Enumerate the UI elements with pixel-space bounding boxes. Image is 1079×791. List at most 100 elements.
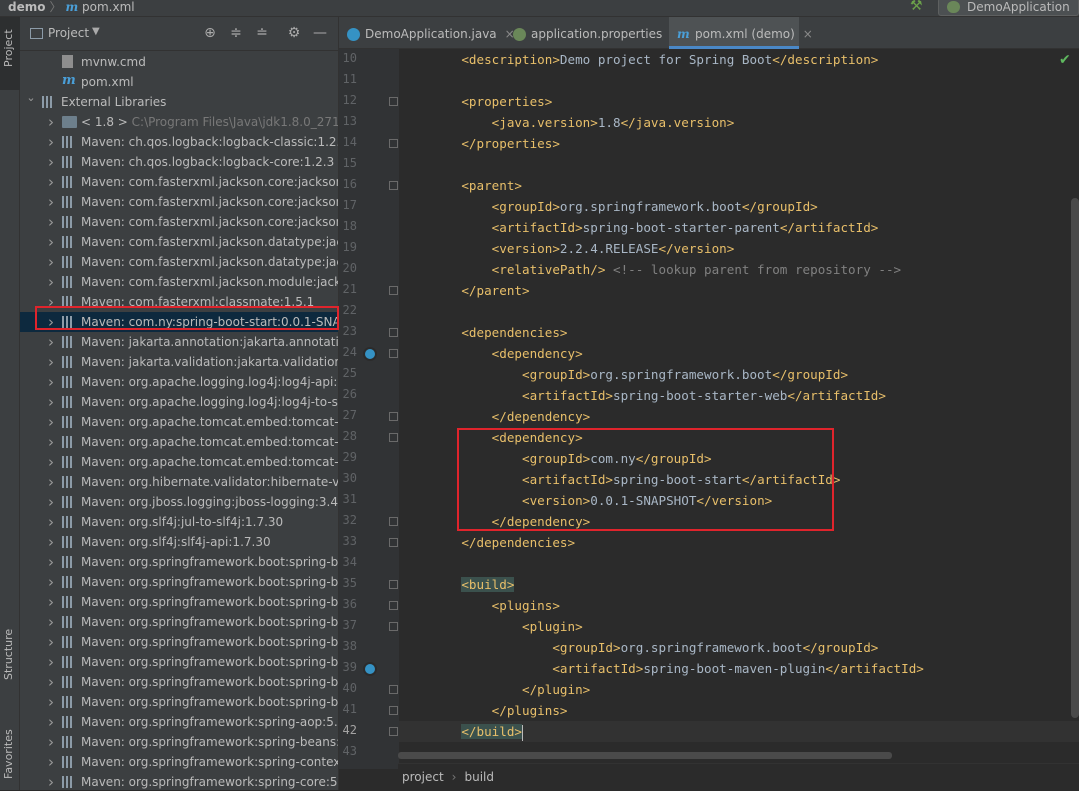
dropdown-arrow-icon[interactable]: ▼ (92, 26, 100, 37)
tree-item[interactable]: › Maven: org.springframework:spring-aop:5… (20, 712, 338, 732)
tree-item[interactable]: › Maven: com.fasterxml.jackson.core:jacks… (20, 172, 338, 192)
tree-item[interactable]: › Maven: org.springframework.boot:spring-… (20, 692, 338, 712)
tree-item[interactable]: › Maven: com.fasterxml.jackson.core:jacks… (20, 192, 338, 212)
code-line[interactable]: </properties> (431, 133, 560, 154)
locate-file-icon[interactable]: ⊕ (202, 25, 218, 41)
expand-all-icon[interactable]: ≑ (228, 25, 244, 41)
tree-item[interactable]: › Maven: org.springframework.boot:spring-… (20, 612, 338, 632)
tree-item[interactable]: › Maven: jakarta.validation:jakarta.valid… (20, 352, 338, 372)
tree-item[interactable]: › Maven: org.apache.tomcat.embed:tomcat-e… (20, 432, 338, 452)
code-line[interactable]: <groupId>org.springframework.boot</group… (431, 637, 878, 658)
code-line[interactable]: </dependency> (431, 406, 591, 427)
chevron-right-icon[interactable]: › (46, 252, 56, 272)
chevron-right-icon[interactable]: › (46, 612, 56, 632)
code-line[interactable]: </build> (431, 721, 524, 742)
tree-item[interactable]: › Maven: org.hibernate.validator:hibernat… (20, 472, 338, 492)
code-line[interactable]: <description>Demo project for Spring Boo… (431, 49, 878, 70)
chevron-down-icon[interactable]: ⌄ (26, 92, 36, 108)
breadcrumb-build[interactable]: build (464, 770, 494, 784)
breadcrumb-project[interactable]: demo (8, 0, 45, 14)
collapse-all-icon[interactable]: ≐ (254, 25, 270, 41)
tree-item[interactable]: › Maven: org.springframework:spring-conte… (20, 752, 338, 772)
tab-demoapplication[interactable]: DemoApplication.java × (339, 17, 515, 49)
project-panel-title[interactable]: Project (48, 26, 89, 40)
chevron-right-icon[interactable]: › (46, 272, 56, 292)
code-line[interactable]: <dependencies> (431, 322, 567, 343)
chevron-right-icon[interactable]: › (46, 112, 56, 132)
tree-item[interactable]: › Maven: org.springframework.boot:spring-… (20, 552, 338, 572)
chevron-right-icon[interactable]: › (46, 332, 56, 352)
code-line[interactable]: </plugin> (431, 679, 590, 700)
tree-item[interactable]: m pom.xml (20, 72, 338, 92)
tree-item[interactable]: › Maven: org.jboss.logging:jboss-logging:… (20, 492, 338, 512)
tree-item[interactable]: › Maven: org.springframework.boot:spring-… (20, 592, 338, 612)
code-line[interactable]: </plugins> (431, 700, 568, 721)
code-line[interactable]: <groupId>org.springframework.boot</group… (431, 364, 848, 385)
tree-item[interactable]: › Maven: org.springframework.boot:spring-… (20, 672, 338, 692)
breadcrumb-file[interactable]: pom.xml (82, 0, 135, 14)
tree-item[interactable]: › Maven: org.apache.logging.log4j:log4j-t… (20, 392, 338, 412)
code-line[interactable]: <parent> (431, 175, 522, 196)
code-line[interactable]: <artifactId>spring-boot-starter-parent</… (431, 217, 879, 238)
chevron-right-icon[interactable]: › (46, 732, 56, 752)
chevron-right-icon[interactable]: › (46, 152, 56, 172)
tree-item[interactable]: › Maven: org.springframework:spring-core:… (20, 772, 338, 790)
tree-item[interactable]: › Maven: org.springframework.boot:spring-… (20, 632, 338, 652)
code-line[interactable]: <artifactId>spring-boot-starter-web</art… (431, 385, 886, 406)
chevron-right-icon[interactable]: › (46, 672, 56, 692)
chevron-right-icon[interactable]: › (46, 592, 56, 612)
code-line[interactable]: <properties> (431, 91, 552, 112)
breadcrumb-project[interactable]: project (402, 770, 444, 784)
code-line[interactable]: <dependency> (431, 343, 583, 364)
chevron-right-icon[interactable]: › (46, 772, 56, 790)
gear-icon[interactable]: ⚙ (286, 25, 302, 41)
tree-item[interactable]: › Maven: org.apache.logging.log4j:log4j-a… (20, 372, 338, 392)
code-line[interactable]: <plugins> (431, 595, 560, 616)
tree-item[interactable]: › Maven: com.fasterxml.jackson.datatype:j… (20, 232, 338, 252)
code-area[interactable]: <description>Demo project for Spring Boo… (339, 49, 1079, 769)
code-line[interactable]: </dependencies> (431, 532, 575, 553)
chevron-right-icon[interactable]: › (46, 452, 56, 472)
tree-item[interactable]: › < 1.8 > C:\Program Files\Java\jdk1.8.0_… (20, 112, 338, 132)
chevron-right-icon[interactable]: › (46, 232, 56, 252)
chevron-right-icon[interactable]: › (46, 212, 56, 232)
tree-item[interactable]: mvnw.cmd (20, 52, 338, 72)
chevron-right-icon[interactable]: › (46, 412, 56, 432)
code-line[interactable]: <artifactId>spring-boot-maven-plugin</ar… (431, 658, 924, 679)
tree-item[interactable]: › Maven: org.springframework.boot:spring-… (20, 572, 338, 592)
chevron-right-icon[interactable]: › (46, 392, 56, 412)
chevron-right-icon[interactable]: › (46, 512, 56, 532)
tree-item[interactable]: › Maven: com.fasterxml.jackson.datatype:j… (20, 252, 338, 272)
hide-panel-icon[interactable]: — (312, 25, 328, 41)
project-tool-label[interactable]: Project (2, 29, 15, 67)
code-line[interactable]: </parent> (431, 280, 529, 301)
vertical-scrollbar[interactable] (1071, 198, 1079, 718)
chevron-right-icon[interactable]: › (46, 352, 56, 372)
tree-item[interactable]: › Maven: org.apache.tomcat.embed:tomcat-e… (20, 412, 338, 432)
code-line[interactable]: <groupId>org.springframework.boot</group… (431, 196, 818, 217)
inspection-ok-icon[interactable]: ✔ (1059, 52, 1071, 68)
chevron-right-icon[interactable]: › (46, 632, 56, 652)
build-hammer-icon[interactable]: ⚒ (910, 0, 928, 16)
code-line[interactable]: <java.version>1.8</java.version> (431, 112, 735, 133)
horizontal-scrollbar[interactable] (398, 752, 892, 759)
chevron-right-icon[interactable]: › (46, 472, 56, 492)
chevron-right-icon[interactable]: › (46, 532, 56, 552)
chevron-right-icon[interactable]: › (46, 432, 56, 452)
chevron-right-icon[interactable]: › (46, 572, 56, 592)
chevron-right-icon[interactable]: › (46, 132, 56, 152)
code-line[interactable]: <build> (431, 574, 515, 595)
tab-application[interactable]: application.properties× (505, 17, 680, 49)
chevron-right-icon[interactable]: › (46, 192, 56, 212)
tree-item[interactable]: › Maven: com.fasterxml.jackson.core:jacks… (20, 212, 338, 232)
code-line[interactable]: <version>2.2.4.RELEASE</version> (431, 238, 735, 259)
tree-item[interactable]: › Maven: ch.qos.logback:logback-classic:1… (20, 132, 338, 152)
chevron-right-icon[interactable]: › (46, 372, 56, 392)
tree-item[interactable]: › Maven: org.slf4j:jul-to-slf4j:1.7.30 (20, 512, 338, 532)
chevron-right-icon[interactable]: › (46, 692, 56, 712)
structure-tool-label[interactable]: Structure (2, 629, 15, 680)
favorites-tool-label[interactable]: Favorites (2, 729, 15, 779)
tab-pom[interactable]: m pom.xml (demo) × (669, 17, 813, 49)
code-line[interactable]: <relativePath/> <!-- lookup parent from … (431, 259, 901, 280)
chevron-right-icon[interactable]: › (46, 652, 56, 672)
